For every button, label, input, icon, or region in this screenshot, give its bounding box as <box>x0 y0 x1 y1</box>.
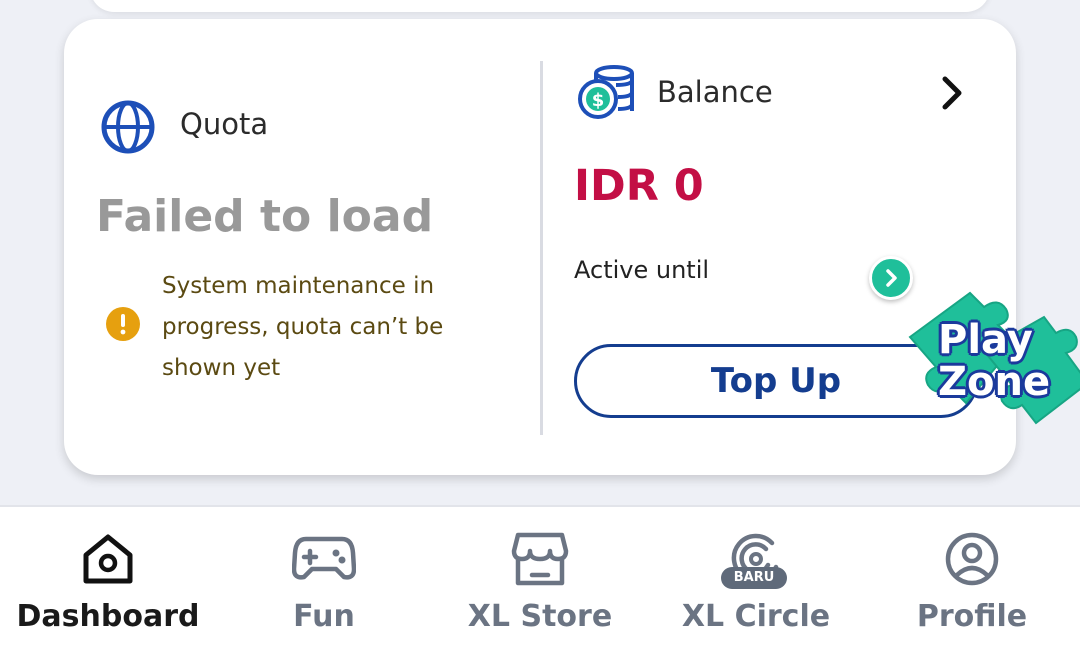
nav-label-profile: Profile <box>916 599 1028 634</box>
nav-item-fun[interactable]: Fun <box>216 507 432 651</box>
playzone-title-line1: Play <box>938 317 1033 363</box>
nav-label-fun: Fun <box>293 599 355 634</box>
store-icon <box>511 532 569 586</box>
account-summary-card: Quota Failed to load System maintenance … <box>64 19 1080 475</box>
coins-icon: $ <box>578 65 634 119</box>
nav-label-xl-circle: XL Circle <box>681 599 831 634</box>
quota-label: Quota <box>180 107 269 141</box>
balance-label: Balance <box>657 75 773 109</box>
globe-icon <box>101 100 155 154</box>
home-icon <box>83 534 133 584</box>
svg-text:$: $ <box>592 90 605 111</box>
warning-icon <box>106 307 140 341</box>
balance-amount: IDR 0 <box>574 161 704 211</box>
new-badge: BARU <box>721 567 787 589</box>
section-divider <box>540 61 543 435</box>
chevron-right-icon[interactable] <box>938 75 966 111</box>
bottom-navigation: Dashboard Fun XL Store XL Circle Profile <box>0 505 1080 651</box>
playzone-floating-button[interactable]: Play Zone <box>866 253 1080 433</box>
nav-item-xl-store[interactable]: XL Store <box>432 507 648 651</box>
gamepad-icon <box>292 536 356 580</box>
nav-label-xl-store: XL Store <box>467 599 613 634</box>
active-until-label: Active until <box>574 256 710 284</box>
chevron-right-icon <box>886 269 897 287</box>
playzone-expand-button[interactable] <box>869 256 913 300</box>
playzone-title-line2: Zone <box>938 359 1051 405</box>
nav-item-profile[interactable]: Profile <box>864 507 1080 651</box>
quota-status-text: Failed to load <box>96 191 434 242</box>
profile-icon <box>945 532 999 586</box>
maintenance-message: System maintenance in progress, quota ca… <box>162 273 444 381</box>
nav-item-dashboard[interactable]: Dashboard <box>0 507 216 651</box>
previous-card-edge <box>90 0 990 12</box>
nav-label-dashboard: Dashboard <box>16 599 200 634</box>
